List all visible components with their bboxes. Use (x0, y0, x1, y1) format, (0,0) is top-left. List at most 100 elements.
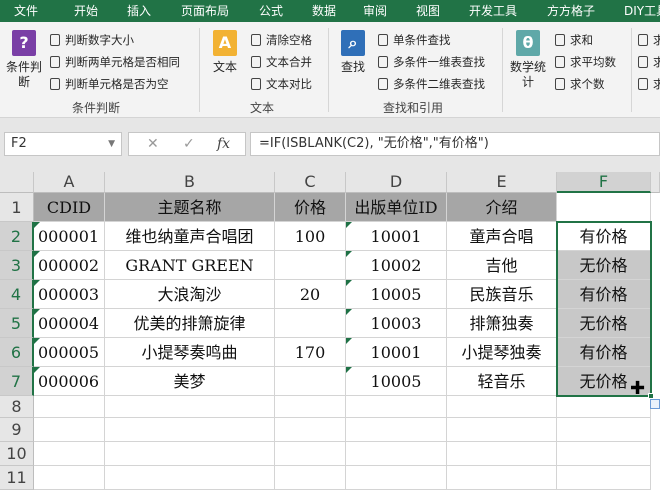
judge-two-cells-same-button[interactable]: 判断两单元格是否相同 (50, 53, 180, 71)
tab-insert[interactable]: 插入 (127, 0, 151, 22)
row-header-10[interactable]: 10 (0, 442, 34, 466)
row-header-3[interactable]: 3 (0, 251, 34, 280)
row-header-11[interactable]: 11 (0, 466, 34, 490)
row-header-1[interactable]: 1 (0, 193, 34, 222)
row-header-2[interactable]: 2 (0, 222, 34, 251)
table-cell[interactable] (275, 367, 346, 396)
table-cell[interactable]: 吉他 (447, 251, 557, 280)
worksheet-grid[interactable]: A B C D E F 1 2 3 4 5 6 7 8 9 10 11 CDID… (0, 172, 660, 500)
multi-condition-2d-find-button[interactable]: 多条件二维表查找 (378, 75, 485, 93)
table-cell[interactable]: 170 (275, 338, 346, 367)
empty-cell[interactable] (275, 418, 346, 442)
table-header-cell[interactable]: 出版单位ID (346, 193, 447, 222)
table-cell[interactable]: 有价格 (557, 280, 651, 309)
tab-view[interactable]: 视图 (416, 0, 440, 22)
table-cell[interactable]: 10002 (346, 251, 447, 280)
condition-judge-button[interactable]: ? 条件判 断 (4, 30, 44, 90)
row-header-5[interactable]: 5 (0, 309, 34, 338)
tab-fangfang[interactable]: 方方格子 (547, 0, 595, 22)
clear-spaces-button[interactable]: 清除空格 (251, 31, 312, 49)
table-cell[interactable]: 10001 (346, 222, 447, 251)
table-header-cell[interactable]: CDID (34, 193, 105, 222)
text-button[interactable]: A 文本 (206, 30, 244, 75)
empty-cell[interactable] (346, 396, 447, 418)
count-button[interactable]: 求个数 (555, 75, 605, 93)
judge-cell-empty-button[interactable]: 判断单元格是否为空 (50, 75, 169, 93)
table-header-cell[interactable] (557, 193, 651, 222)
tab-home[interactable]: 开始 (74, 0, 98, 22)
table-cell[interactable]: 000005 (34, 338, 105, 367)
empty-cell[interactable] (34, 396, 105, 418)
table-header-cell[interactable]: 价格 (275, 193, 346, 222)
single-condition-find-button[interactable]: 单条件查找 (378, 31, 451, 49)
table-cell[interactable]: 无价格 (557, 251, 651, 280)
empty-cell[interactable] (346, 466, 447, 490)
text-compare-button[interactable]: 文本对比 (251, 75, 312, 93)
empty-cell[interactable] (105, 396, 275, 418)
empty-cell[interactable] (557, 396, 651, 418)
multi-condition-1d-find-button[interactable]: 多条件一维表查找 (378, 53, 485, 71)
empty-cell[interactable] (34, 442, 105, 466)
table-header-cell[interactable]: 主题名称 (105, 193, 275, 222)
judge-number-size-button[interactable]: 判断数字大小 (50, 31, 134, 49)
table-cell[interactable]: 小提琴独奏 (447, 338, 557, 367)
table-cell[interactable]: 大浪淘沙 (105, 280, 275, 309)
name-box[interactable]: F2 ▼ (4, 132, 122, 156)
empty-cell[interactable] (275, 466, 346, 490)
empty-cell[interactable] (34, 466, 105, 490)
empty-cell[interactable] (34, 418, 105, 442)
table-cell[interactable]: 000004 (34, 309, 105, 338)
table-cell[interactable]: 10003 (346, 309, 447, 338)
table-cell[interactable]: GRANT GREEN (105, 251, 275, 280)
column-header-e[interactable]: E (447, 172, 557, 193)
row-header-4[interactable]: 4 (0, 280, 34, 309)
empty-cell[interactable] (557, 442, 651, 466)
math-stats-button[interactable]: θ 数学统 计 (507, 30, 549, 90)
row-header-7[interactable]: 7 (0, 367, 34, 396)
table-cell[interactable]: 轻音乐 (447, 367, 557, 396)
table-cell[interactable]: 美梦 (105, 367, 275, 396)
column-header-a[interactable]: A (34, 172, 105, 193)
overflow-button-3[interactable]: 求 (638, 75, 660, 93)
formula-input[interactable]: =IF(ISBLANK(C2), "无价格","有价格") (250, 132, 660, 156)
column-header-g[interactable] (651, 172, 660, 193)
column-header-b[interactable]: B (105, 172, 275, 193)
tab-file[interactable]: 文件 (14, 0, 38, 22)
empty-cell[interactable] (346, 418, 447, 442)
tab-diy-tools[interactable]: DIY工具 (624, 0, 660, 22)
table-cell[interactable]: 000002 (34, 251, 105, 280)
table-cell[interactable]: 优美的排箫旋律 (105, 309, 275, 338)
empty-cell[interactable] (557, 466, 651, 490)
table-cell[interactable]: 有价格 (557, 338, 651, 367)
column-header-d[interactable]: D (346, 172, 447, 193)
tab-page-layout[interactable]: 页面布局 (181, 0, 229, 22)
empty-cell[interactable] (447, 396, 557, 418)
empty-cell[interactable] (105, 442, 275, 466)
cancel-icon[interactable]: ✕ (147, 136, 159, 152)
autofill-options-icon[interactable] (650, 399, 660, 409)
column-header-c[interactable]: C (275, 172, 346, 193)
table-cell[interactable] (275, 309, 346, 338)
table-cell[interactable]: 有价格 (557, 222, 651, 251)
table-cell[interactable]: 000003 (34, 280, 105, 309)
select-all-corner[interactable] (0, 172, 34, 193)
table-cell[interactable] (275, 251, 346, 280)
text-merge-button[interactable]: 文本合并 (251, 53, 312, 71)
table-cell[interactable]: 10005 (346, 280, 447, 309)
tab-review[interactable]: 审阅 (363, 0, 387, 22)
insert-function-icon[interactable]: fx (217, 136, 230, 152)
chevron-down-icon[interactable]: ▼ (108, 133, 115, 155)
column-header-f[interactable]: F (557, 172, 651, 193)
empty-cell[interactable] (275, 442, 346, 466)
table-header-cell[interactable]: 介绍 (447, 193, 557, 222)
tab-developer[interactable]: 开发工具 (469, 0, 517, 22)
empty-cell[interactable] (557, 418, 651, 442)
row-header-6[interactable]: 6 (0, 338, 34, 367)
table-cell[interactable]: 10001 (346, 338, 447, 367)
table-cell[interactable]: 20 (275, 280, 346, 309)
sum-button[interactable]: 求和 (555, 31, 593, 49)
row-header-8[interactable]: 8 (0, 396, 34, 418)
empty-cell[interactable] (447, 466, 557, 490)
find-button[interactable]: ⌕ 查找 (336, 30, 370, 75)
tab-data[interactable]: 数据 (312, 0, 336, 22)
